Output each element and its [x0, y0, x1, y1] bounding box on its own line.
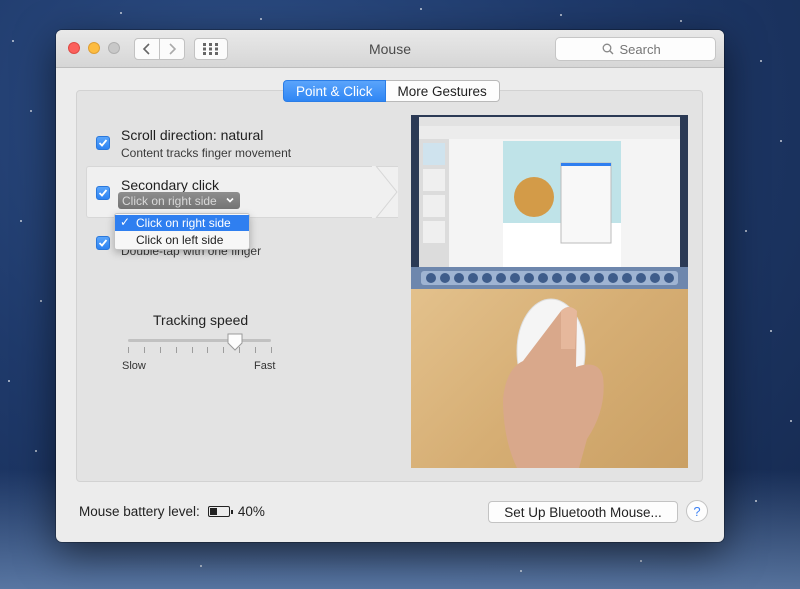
- checkmark-icon: [98, 189, 108, 197]
- tab-more-gestures[interactable]: More Gestures: [385, 80, 500, 102]
- scroll-direction-checkbox[interactable]: [96, 136, 110, 150]
- tracking-speed-tick: [175, 347, 177, 353]
- setup-bluetooth-mouse-button[interactable]: Set Up Bluetooth Mouse...: [488, 501, 678, 523]
- search-input[interactable]: [619, 41, 670, 57]
- secondary-click-label: Secondary click: [121, 177, 220, 193]
- star: [20, 220, 22, 222]
- tracking-speed-tick: [191, 347, 193, 353]
- star: [780, 140, 782, 142]
- star: [680, 20, 682, 22]
- star: [760, 60, 762, 62]
- smart-zoom-checkbox[interactable]: [96, 236, 110, 250]
- battery-status: Mouse battery level: 40%: [79, 504, 265, 519]
- menu-item-left-side[interactable]: Click on left side: [115, 232, 249, 248]
- tracking-speed-tick: [143, 347, 145, 353]
- star: [755, 500, 757, 502]
- secondary-click-menu: ✓ Click on right side Click on left side: [114, 213, 250, 250]
- star: [120, 12, 122, 14]
- chevron-down-icon: [226, 197, 234, 203]
- tracking-speed-tick: [207, 347, 209, 353]
- star: [520, 570, 522, 572]
- star: [770, 330, 772, 332]
- checkmark-icon: ✓: [120, 215, 131, 229]
- star: [30, 110, 32, 112]
- star: [790, 420, 792, 422]
- tracking-speed-thumb[interactable]: [227, 333, 243, 351]
- star: [260, 18, 262, 20]
- checkmark-icon: [98, 139, 108, 147]
- star: [640, 560, 642, 562]
- tracking-speed-tick: [223, 347, 225, 353]
- tracking-speed-tick: [271, 347, 272, 353]
- star: [745, 230, 747, 232]
- tracking-speed-tick: [128, 347, 129, 353]
- star: [12, 40, 14, 42]
- star: [35, 450, 37, 452]
- secondary-click-checkbox[interactable]: [96, 186, 110, 200]
- menu-item-right-side[interactable]: ✓ Click on right side: [115, 215, 249, 231]
- star: [420, 8, 422, 10]
- tracking-speed-max-label: Fast: [254, 360, 276, 372]
- preview-hand-image: [411, 289, 688, 468]
- star: [200, 565, 202, 567]
- menu-item-label: Click on left side: [136, 233, 224, 247]
- star: [40, 300, 42, 302]
- tracking-speed-tick: [159, 347, 161, 353]
- battery-icon: [207, 506, 233, 517]
- checkmark-icon: [98, 239, 108, 247]
- preview-screen-image: [411, 115, 688, 289]
- scroll-direction-label: Scroll direction: natural: [121, 127, 264, 143]
- star: [560, 14, 562, 16]
- gesture-preview: [411, 115, 688, 468]
- battery-percent: 40%: [237, 504, 265, 519]
- tab-bar: Point & Click More Gestures: [283, 80, 500, 102]
- tab-point-and-click[interactable]: Point & Click: [283, 80, 386, 102]
- tracking-speed-min-label: Slow: [122, 360, 146, 372]
- secondary-click-popup[interactable]: Click on right side: [118, 192, 240, 209]
- tracking-speed-label: Tracking speed: [153, 312, 249, 328]
- titlebar: Mouse: [56, 30, 724, 68]
- search-field[interactable]: [555, 37, 716, 61]
- menu-item-label: Click on right side: [136, 216, 231, 230]
- star: [8, 380, 10, 382]
- scroll-direction-description: Content tracks finger movement: [121, 146, 292, 160]
- search-icon: [602, 43, 613, 55]
- tracking-speed-ticks: [128, 347, 272, 353]
- tracking-speed-track[interactable]: [128, 339, 271, 342]
- tracking-speed-tick: [255, 347, 257, 353]
- secondary-click-popup-value: Click on right side: [122, 193, 217, 208]
- mouse-preferences-window: Mouse Point & Click More Gestures Scroll…: [56, 30, 724, 542]
- battery-label: Mouse battery level:: [79, 504, 200, 519]
- help-button[interactable]: ?: [686, 500, 708, 522]
- highlight-arrow: [372, 166, 398, 218]
